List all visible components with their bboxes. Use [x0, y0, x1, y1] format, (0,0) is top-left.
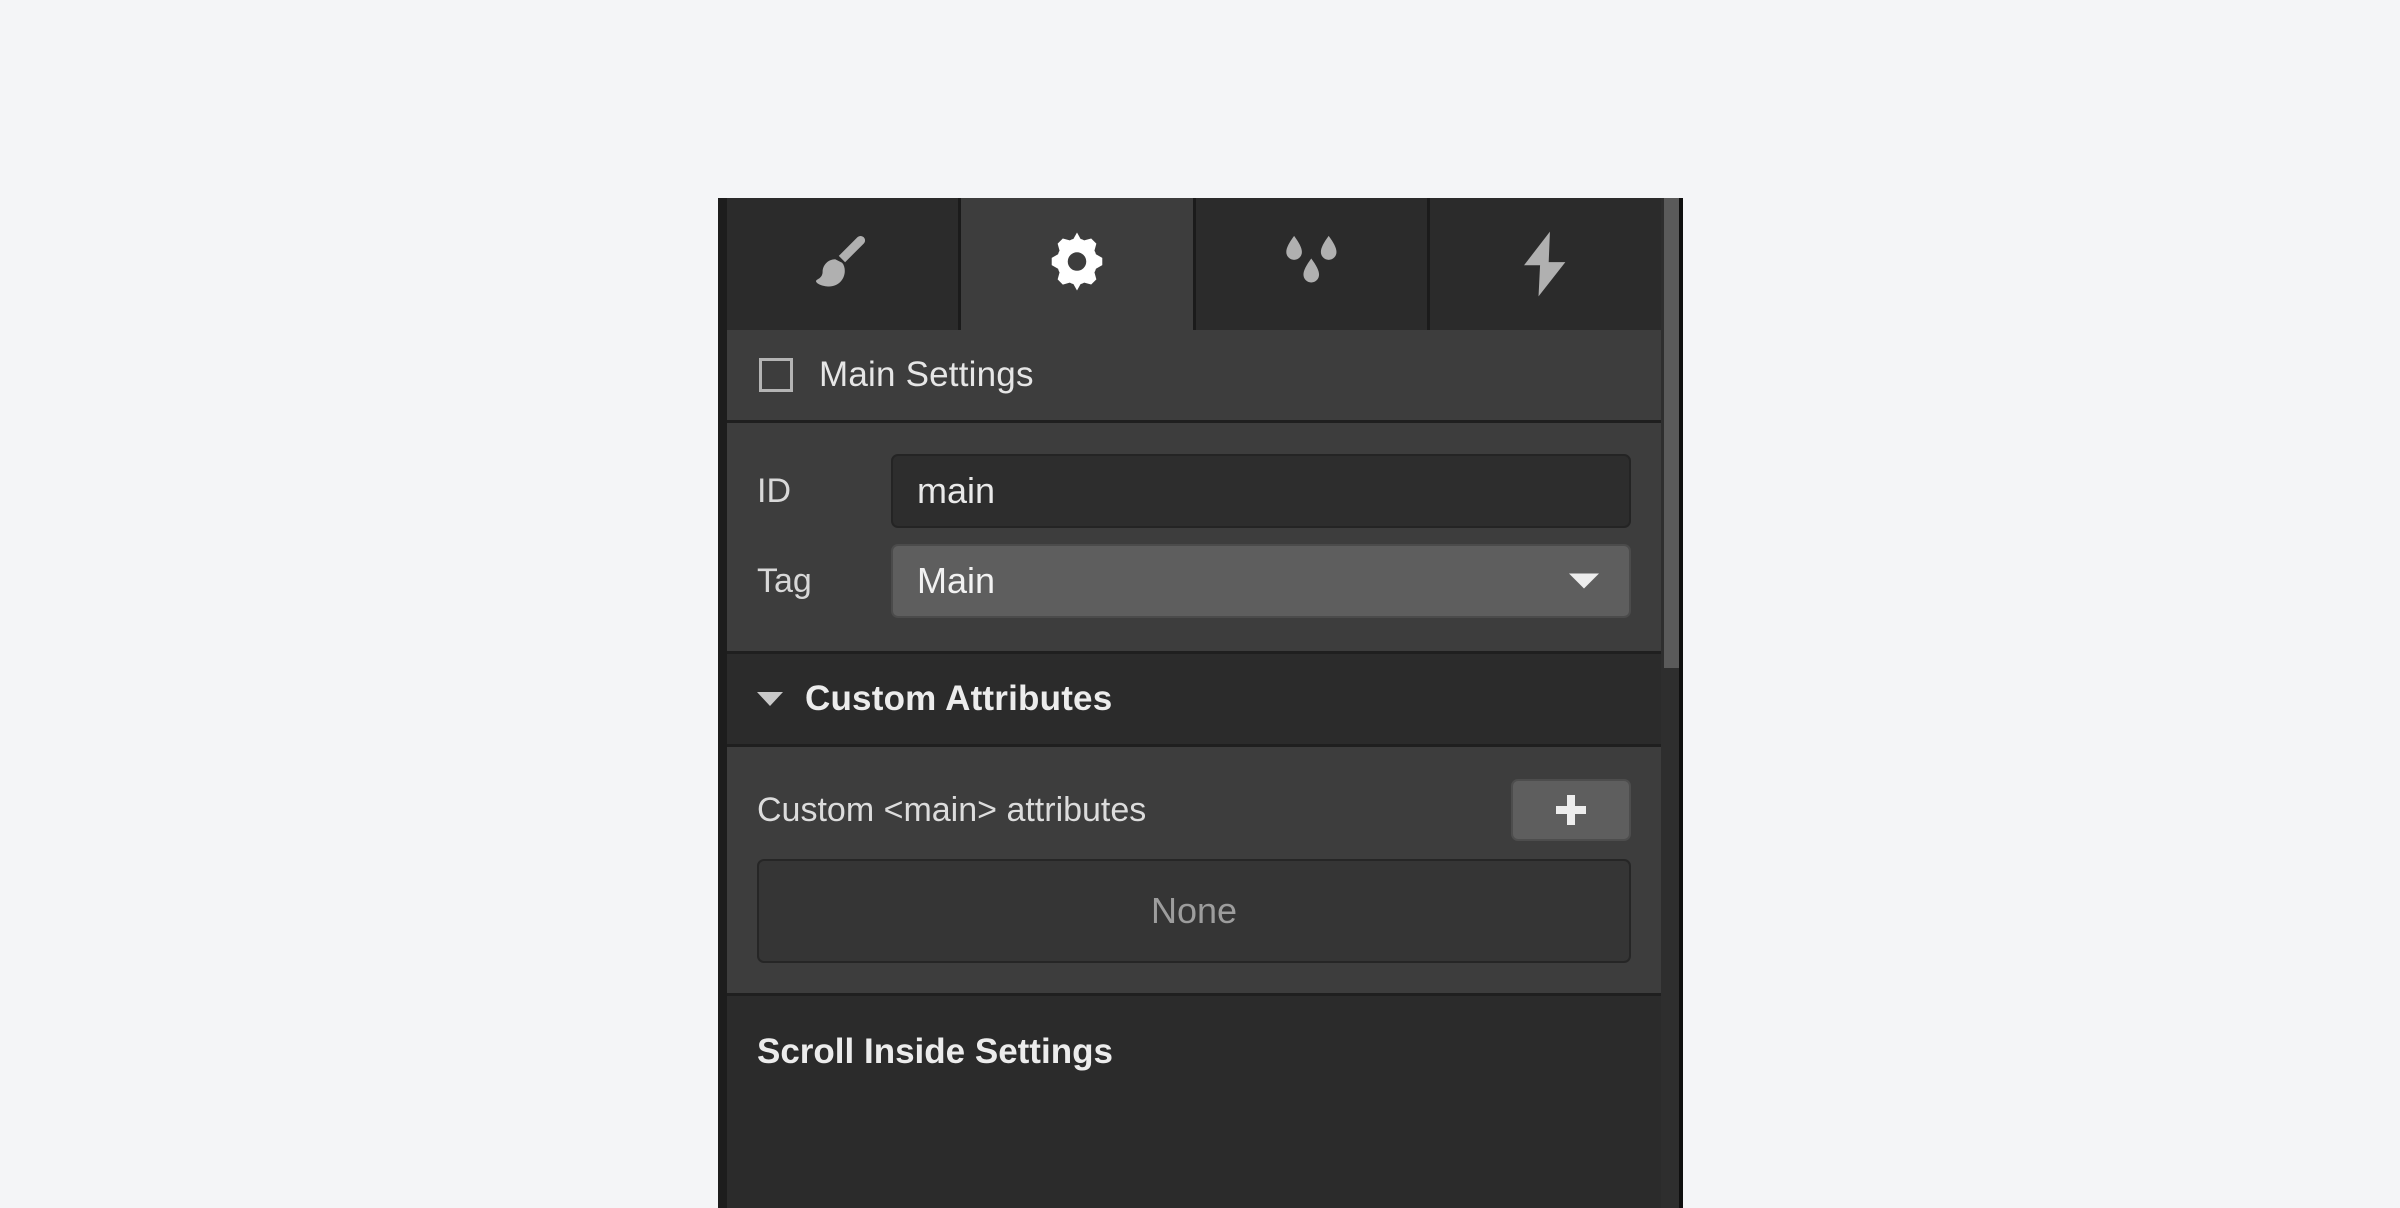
settings-tab[interactable]	[961, 198, 1196, 330]
droplets-icon	[1272, 229, 1350, 299]
panel-content: Main Settings ID main Tag Main Custom At…	[727, 198, 1661, 1208]
settings-panel: Main Settings ID main Tag Main Custom At…	[718, 198, 1683, 1208]
effects-tab[interactable]	[1195, 198, 1430, 330]
main-settings-header[interactable]: Main Settings	[727, 330, 1661, 420]
id-input[interactable]: main	[891, 454, 1631, 528]
bottom-section-header[interactable]: Scroll Inside Settings	[727, 996, 1661, 1208]
tag-field-label: Tag	[757, 561, 812, 600]
panel-scrollbar-thumb[interactable]	[1664, 198, 1680, 668]
panel-tab-strip	[727, 198, 1661, 330]
custom-attributes-header[interactable]: Custom Attributes	[727, 654, 1661, 744]
gear-icon	[1040, 227, 1114, 301]
panel-right-edge	[1679, 198, 1683, 1208]
paintbrush-icon	[807, 228, 879, 300]
tag-select-value: Main	[917, 560, 996, 601]
add-attribute-button[interactable]	[1511, 779, 1631, 841]
id-field-row: ID main	[757, 453, 1631, 529]
tag-field-row: Tag Main	[757, 543, 1631, 619]
lightning-bolt-icon	[1512, 227, 1578, 301]
bottom-section-title: Scroll Inside Settings	[757, 1032, 1113, 1071]
panel-left-edge	[718, 198, 727, 1208]
main-settings-title: Main Settings	[819, 355, 1034, 394]
tag-select[interactable]: Main	[891, 544, 1631, 618]
id-field-control: main	[891, 454, 1631, 528]
square-icon	[759, 358, 793, 392]
style-tab[interactable]	[727, 198, 962, 330]
caret-down-icon	[757, 692, 783, 706]
main-settings-fields: ID main Tag Main	[727, 423, 1661, 651]
custom-attributes-row: Custom <main> attributes	[757, 779, 1631, 841]
id-field-label: ID	[757, 471, 791, 510]
chevron-down-icon	[1569, 573, 1599, 589]
tag-field-control: Main	[891, 544, 1631, 618]
interactions-tab[interactable]	[1429, 198, 1661, 330]
custom-attributes-empty-state: None	[757, 859, 1631, 963]
custom-attributes-title: Custom Attributes	[805, 679, 1113, 718]
custom-attributes-row-label: Custom <main> attributes	[757, 790, 1147, 829]
plus-icon	[1556, 795, 1586, 825]
custom-attributes-body: Custom <main> attributes None	[727, 747, 1661, 993]
